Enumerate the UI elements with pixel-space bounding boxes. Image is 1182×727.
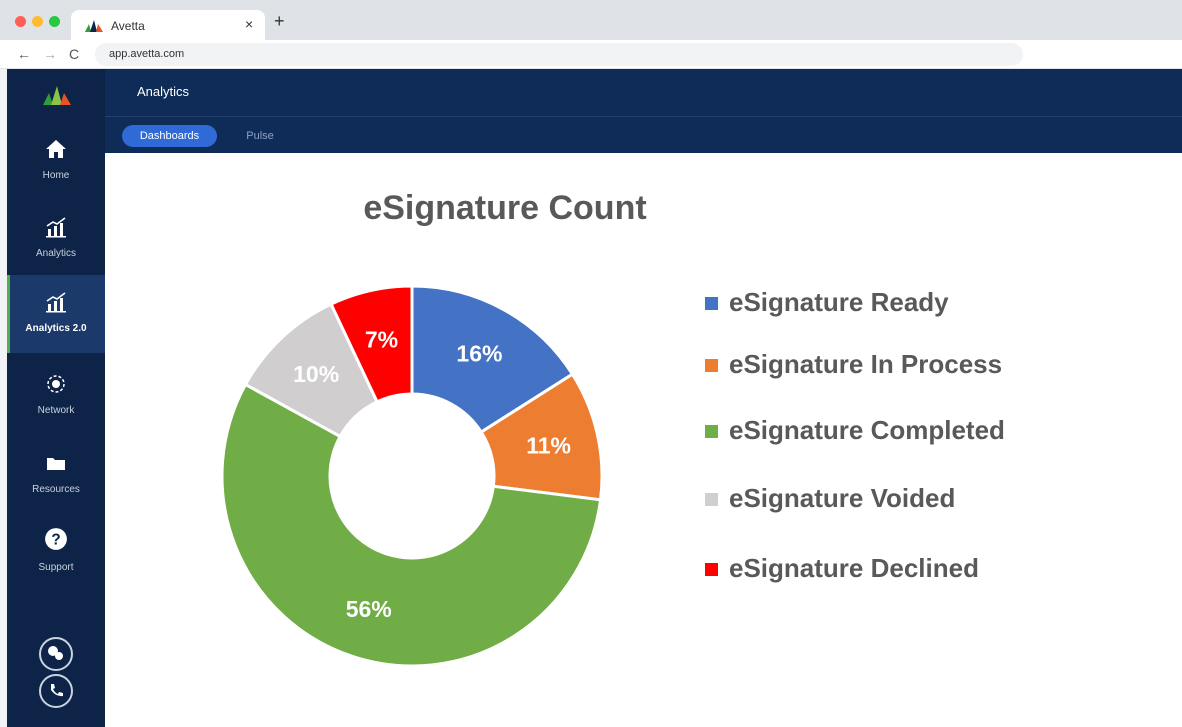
tab-title: Avetta [111, 19, 145, 33]
help-icon: ? [45, 528, 67, 550]
legend-label: eSignature Declined [729, 553, 979, 583]
sidebar-item-label: Support [38, 562, 74, 573]
legend-swatch [705, 493, 718, 506]
legend-swatch [705, 359, 718, 372]
new-tab-button[interactable]: + [274, 12, 285, 30]
legend-swatch [705, 425, 718, 438]
sidebar-item-label: Resources [32, 484, 80, 495]
dashboard-content: eSignature Count 16% 11% 56% 10% 7% eSignatu… [105, 153, 1182, 727]
donut-chart: 16% 11% 56% 10% 7% [220, 284, 604, 668]
reload-icon[interactable]: C [69, 46, 79, 62]
legend-label: eSignature In Process [729, 349, 1003, 379]
legend-item-completed: eSignature Completed [705, 415, 1065, 449]
network-icon [47, 375, 65, 393]
phone-icon[interactable] [39, 674, 73, 708]
sidebar-item-label: Home [42, 170, 70, 181]
legend-item-ready: eSignature Ready [705, 287, 1065, 321]
sidebar-item-resources[interactable]: Resources [7, 436, 105, 514]
app-header: Analytics [105, 69, 1182, 117]
svg-text:?: ? [51, 531, 60, 548]
legend-label: eSignature Completed [729, 415, 1005, 445]
forward-icon[interactable]: → [43, 46, 57, 62]
legend-item-in-process: eSignature In Process [705, 349, 1065, 383]
browser-tab[interactable]: Avetta × [71, 10, 265, 40]
phone-icon [51, 684, 63, 697]
sidebar-item-label: Analytics 2.0 [25, 323, 87, 334]
back-icon[interactable]: ← [17, 46, 31, 62]
sidebar-item-network[interactable]: Network [7, 357, 105, 435]
avetta-logo-icon[interactable] [43, 83, 71, 105]
legend-swatch [705, 563, 718, 576]
tab-dashboards[interactable]: Dashboards [122, 125, 217, 147]
legend-swatch [705, 297, 718, 310]
close-window-button[interactable] [15, 16, 26, 27]
page-title: Analytics [137, 84, 190, 99]
sidebar: Home Analytics Analytics 2.0 Network Res… [7, 69, 105, 727]
legend-item-declined: eSignature Declined [705, 553, 1065, 587]
sidebar-item-label: Analytics [35, 248, 76, 259]
sidebar-item-analytics[interactable]: Analytics [7, 200, 105, 278]
data-label-declined: 7% [365, 326, 398, 352]
data-label-ready: 16% [456, 340, 502, 366]
browser-tab-bar: Avetta × + [0, 0, 1182, 40]
legend-item-voided: eSignature Voided [705, 483, 1065, 517]
analytics-icon [46, 217, 66, 238]
subnav-bar: Dashboards Pulse [105, 117, 1182, 153]
maximize-window-button[interactable] [49, 16, 60, 27]
chat-icon [48, 646, 63, 660]
chat-icon[interactable] [39, 637, 73, 671]
sidebar-item-analytics-2[interactable]: Analytics 2.0 [7, 275, 105, 353]
data-label-voided: 10% [293, 361, 339, 387]
tab-pulse[interactable]: Pulse [230, 125, 290, 147]
analytics-icon [46, 292, 66, 313]
minimize-window-button[interactable] [32, 16, 43, 27]
legend-label: eSignature Ready [729, 287, 949, 317]
avetta-logo-icon [85, 20, 103, 32]
data-label-completed: 56% [346, 596, 392, 622]
sidebar-item-support[interactable]: ? Support [7, 514, 105, 592]
home-icon [46, 140, 66, 158]
sidebar-item-label: Network [37, 405, 75, 416]
sidebar-item-home[interactable]: Home [7, 122, 105, 200]
folder-icon [47, 458, 65, 470]
tab-close-icon[interactable]: × [245, 16, 253, 32]
data-label-in-process: 11% [526, 432, 571, 458]
address-bar: ← → C app.avetta.com [0, 40, 1182, 69]
url-field[interactable]: app.avetta.com [95, 43, 1023, 66]
legend-label: eSignature Voided [729, 483, 956, 513]
